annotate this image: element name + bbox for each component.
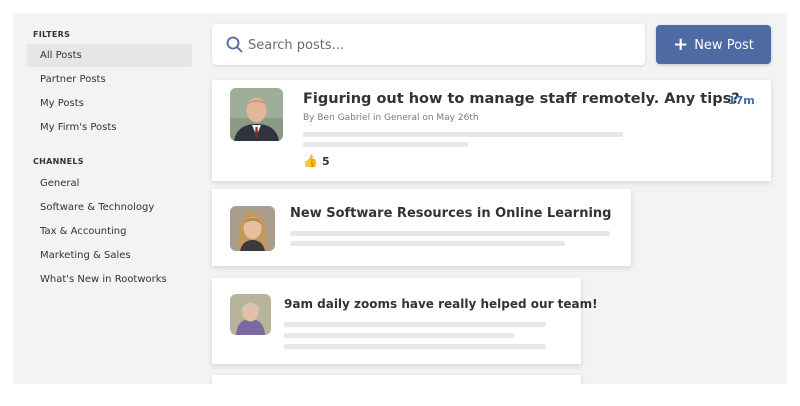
- channel-software-technology[interactable]: Software & Technology: [27, 196, 192, 219]
- community-feed: FILTERS All Posts Partner Posts My Posts…: [13, 13, 787, 384]
- filter-partner-posts[interactable]: Partner Posts: [27, 68, 192, 91]
- new-post-button[interactable]: + New Post: [656, 25, 771, 64]
- filter-all-posts[interactable]: All Posts: [27, 44, 192, 67]
- post-time: 17m: [728, 94, 755, 107]
- post-title[interactable]: New Software Resources in Online Learnin…: [290, 206, 612, 221]
- search-input[interactable]: [248, 32, 628, 58]
- placeholder-line: [284, 344, 546, 349]
- filters-heading: FILTERS: [33, 30, 71, 39]
- filter-my-firms-posts[interactable]: My Firm's Posts: [27, 116, 192, 139]
- post-card[interactable]: [212, 375, 581, 384]
- placeholder-line: [284, 322, 546, 327]
- filter-my-posts[interactable]: My Posts: [27, 92, 192, 115]
- channel-marketing-sales[interactable]: Marketing & Sales: [27, 244, 192, 267]
- author-avatar: [230, 88, 283, 141]
- placeholder-line: [284, 333, 514, 338]
- placeholder-line: [290, 231, 610, 236]
- channel-general[interactable]: General: [27, 172, 192, 195]
- plus-icon: +: [673, 34, 689, 55]
- author-avatar: [230, 294, 271, 335]
- thumbs-up-icon: 👍: [303, 154, 318, 168]
- channels-heading: CHANNELS: [33, 157, 84, 166]
- like-count: 5: [321, 155, 330, 168]
- post-title[interactable]: Figuring out how to manage staff remotel…: [303, 91, 740, 107]
- channel-whats-new-rootworks[interactable]: What's New in Rootworks: [27, 268, 192, 291]
- new-post-label: New Post: [694, 38, 754, 53]
- post-title[interactable]: 9am daily zooms have really helped our t…: [284, 297, 598, 311]
- post-card[interactable]: Figuring out how to manage staff remotel…: [212, 80, 771, 181]
- placeholder-line: [303, 132, 623, 137]
- like-button[interactable]: 👍 5: [303, 154, 330, 168]
- post-card[interactable]: New Software Resources in Online Learnin…: [212, 189, 631, 266]
- placeholder-line: [290, 241, 565, 246]
- placeholder-line: [303, 142, 468, 147]
- post-card[interactable]: 9am daily zooms have really helped our t…: [212, 278, 598, 364]
- author-avatar: [230, 206, 275, 251]
- search-bar[interactable]: [212, 24, 645, 65]
- channel-tax-accounting[interactable]: Tax & Accounting: [27, 220, 192, 243]
- search-icon: [226, 36, 243, 53]
- sidebar: FILTERS All Posts Partner Posts My Posts…: [13, 13, 208, 384]
- post-meta: By Ben Gabriel in General on May 26th: [303, 113, 479, 123]
